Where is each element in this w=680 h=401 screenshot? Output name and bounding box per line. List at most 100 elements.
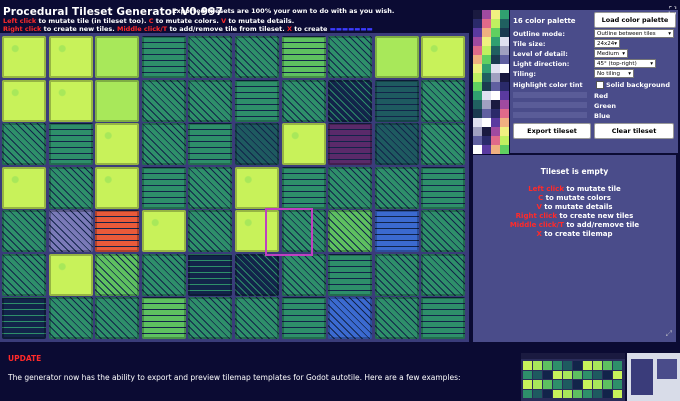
palette-swatch[interactable] — [491, 82, 500, 91]
palette-swatch[interactable] — [491, 10, 500, 19]
generated-tile[interactable] — [328, 36, 373, 78]
palette-swatch[interactable] — [482, 64, 491, 73]
palette-swatch[interactable] — [473, 46, 482, 55]
palette-swatch[interactable] — [473, 55, 482, 64]
outline-select[interactable]: Outline between tiles ▾ — [594, 29, 674, 38]
generated-tile[interactable] — [421, 79, 466, 122]
generated-tile[interactable] — [2, 79, 46, 122]
palette-swatch[interactable] — [500, 46, 509, 55]
generated-tile[interactable] — [328, 253, 373, 296]
palette-swatch[interactable] — [491, 73, 500, 82]
palette-swatch[interactable] — [500, 10, 509, 19]
palette-swatch[interactable] — [500, 100, 509, 109]
generated-tile[interactable] — [95, 123, 140, 165]
palette-swatch[interactable] — [491, 118, 500, 127]
generated-tile[interactable] — [328, 123, 373, 165]
palette-swatch[interactable] — [482, 55, 491, 64]
palette-swatch[interactable] — [491, 109, 500, 118]
palette-swatch[interactable] — [482, 118, 491, 127]
generated-tile[interactable] — [188, 210, 233, 252]
palette-swatch[interactable] — [500, 28, 509, 37]
screenshot-icon[interactable]: ⛶ — [669, 6, 676, 17]
generated-tile[interactable] — [235, 79, 279, 122]
palette-swatch[interactable] — [482, 37, 491, 46]
generated-tile[interactable] — [235, 166, 279, 209]
generated-tile[interactable] — [95, 166, 140, 209]
palette-swatch[interactable] — [473, 19, 482, 28]
generated-tile[interactable] — [188, 166, 233, 209]
generated-tile[interactable] — [374, 166, 419, 209]
generated-tile[interactable] — [48, 253, 93, 296]
generated-tile[interactable] — [281, 123, 326, 165]
palette-swatch[interactable] — [482, 10, 491, 19]
palette-swatch[interactable] — [500, 127, 509, 136]
palette-swatch[interactable] — [482, 91, 491, 100]
palette-swatch[interactable] — [491, 55, 500, 64]
generated-tile[interactable] — [48, 79, 93, 122]
palette-swatch[interactable] — [500, 118, 509, 127]
generated-tile[interactable] — [374, 253, 419, 296]
generated-tile[interactable] — [2, 36, 46, 78]
generated-tile[interactable] — [188, 297, 233, 339]
generated-tile[interactable] — [421, 36, 466, 78]
palette-swatch[interactable] — [473, 73, 482, 82]
generated-tile[interactable] — [421, 210, 466, 252]
palette-swatch[interactable] — [473, 136, 482, 145]
generated-tile[interactable] — [95, 297, 140, 339]
generated-tile[interactable] — [188, 123, 233, 165]
palette-swatch[interactable] — [473, 145, 482, 154]
clear-tileset-button[interactable]: Clear tileset — [594, 123, 674, 139]
generated-tile[interactable] — [48, 297, 93, 339]
generated-tile[interactable] — [281, 253, 326, 296]
palette-swatch[interactable] — [473, 28, 482, 37]
palette-strip[interactable] — [473, 10, 509, 154]
palette-swatch[interactable] — [500, 136, 509, 145]
generated-tile[interactable] — [235, 123, 279, 165]
generated-tile[interactable] — [141, 297, 186, 339]
generated-tile[interactable] — [328, 210, 373, 252]
palette-swatch[interactable] — [491, 28, 500, 37]
tile-size-select[interactable]: 24x24 ▾ — [594, 39, 620, 48]
generated-tile[interactable] — [95, 36, 140, 78]
generated-tile[interactable] — [188, 36, 233, 78]
generated-tile[interactable] — [281, 36, 326, 78]
palette-swatch[interactable] — [473, 82, 482, 91]
generated-tile[interactable] — [188, 79, 233, 122]
generated-tile[interactable] — [48, 123, 93, 165]
generated-tile[interactable] — [2, 253, 46, 296]
palette-swatch[interactable] — [473, 10, 482, 19]
generated-tile[interactable] — [421, 166, 466, 209]
generated-tile[interactable] — [328, 297, 373, 339]
tile-grid-canvas[interactable] — [0, 33, 469, 342]
palette-swatch[interactable] — [482, 73, 491, 82]
generated-tile[interactable] — [188, 253, 233, 296]
generated-tile[interactable] — [48, 210, 93, 252]
palette-swatch[interactable] — [500, 145, 509, 154]
generated-tile[interactable] — [235, 253, 279, 296]
palette-swatch[interactable] — [482, 145, 491, 154]
palette-swatch[interactable] — [473, 91, 482, 100]
generated-tile[interactable] — [374, 36, 419, 78]
example-thumbnail-1[interactable] — [521, 353, 625, 401]
generated-tile[interactable] — [374, 79, 419, 122]
generated-tile[interactable] — [2, 166, 46, 209]
palette-swatch[interactable] — [473, 118, 482, 127]
palette-swatch[interactable] — [491, 91, 500, 100]
generated-tile[interactable] — [2, 210, 46, 252]
generated-tile[interactable] — [95, 210, 140, 252]
palette-swatch[interactable] — [473, 109, 482, 118]
palette-swatch[interactable] — [491, 64, 500, 73]
tint-red-slider[interactable] — [513, 92, 587, 98]
generated-tile[interactable] — [281, 79, 326, 122]
generated-tile[interactable] — [374, 210, 419, 252]
palette-swatch[interactable] — [500, 82, 509, 91]
generated-tile[interactable] — [421, 297, 466, 339]
generated-tile[interactable] — [95, 79, 140, 122]
palette-swatch[interactable] — [491, 136, 500, 145]
generated-tile[interactable] — [328, 166, 373, 209]
palette-swatch[interactable] — [473, 37, 482, 46]
palette-swatch[interactable] — [500, 37, 509, 46]
generated-tile[interactable] — [235, 36, 279, 78]
generated-tile[interactable] — [141, 253, 186, 296]
light-select[interactable]: 45° (top-right) ▾ — [594, 59, 656, 68]
